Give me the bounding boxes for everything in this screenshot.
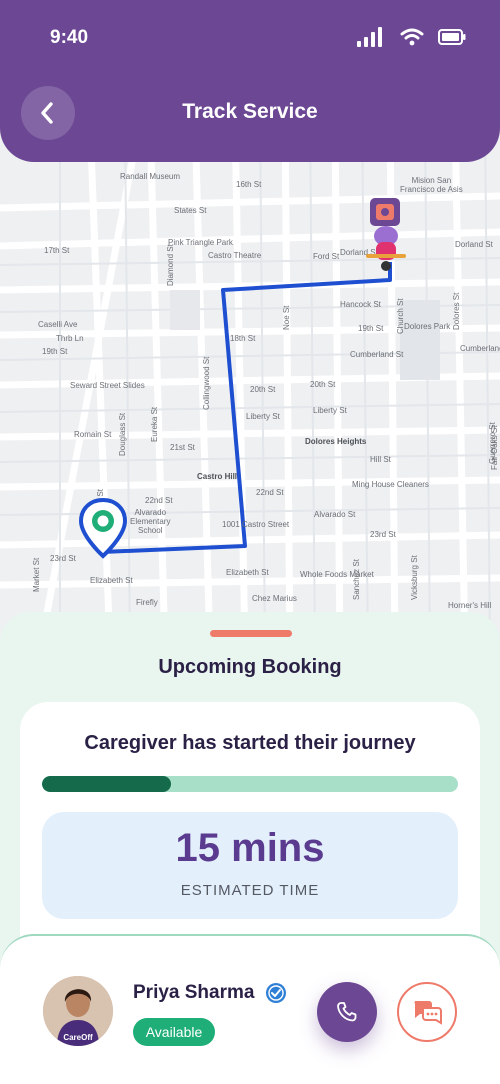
page-title: Track Service bbox=[182, 100, 318, 123]
app-header: 9:40 Track Service bbox=[0, 0, 500, 162]
map-label: Horner's Hill bbox=[448, 601, 492, 610]
map-label: Hancock St bbox=[340, 300, 381, 309]
map-label: 17th St bbox=[44, 246, 70, 255]
map-label: Alvarado Elementary School bbox=[130, 508, 171, 535]
map-label: 19th St bbox=[358, 324, 384, 333]
booking-card: Caregiver has started their journey 15 m… bbox=[20, 702, 480, 962]
map-label: Randall Museum bbox=[120, 172, 181, 181]
eta-label: ESTIMATED TIME bbox=[180, 882, 320, 899]
map-label: 22nd St bbox=[256, 488, 284, 497]
caregiver-photo: CareOff bbox=[43, 976, 113, 1046]
map-label: 20th St bbox=[250, 385, 276, 394]
avatar[interactable]: CareOff bbox=[43, 976, 113, 1046]
call-button[interactable] bbox=[317, 982, 377, 1042]
map-label: Hill St bbox=[370, 455, 391, 464]
map-label: Dolores Heights bbox=[305, 437, 367, 446]
journey-progress-fill bbox=[42, 776, 171, 792]
map-label: Liberty St bbox=[313, 406, 347, 415]
map-label: Diamond St bbox=[166, 244, 175, 286]
signal-icon bbox=[357, 27, 382, 47]
map-label: 22nd St bbox=[145, 496, 173, 505]
map-label: Alvarado St bbox=[314, 510, 356, 519]
journey-status-heading: Caregiver has started their journey bbox=[84, 732, 416, 754]
map-label: Pink Triangle Park bbox=[168, 238, 233, 247]
caregiver-name: Priya Sharma bbox=[133, 982, 255, 1003]
chat-bubbles-icon bbox=[414, 1001, 442, 1025]
map-label: Ming House Cleaners bbox=[352, 480, 429, 489]
battery-icon bbox=[438, 29, 466, 45]
status-time: 9:40 bbox=[50, 27, 89, 48]
map-label: Dolores St bbox=[452, 292, 461, 330]
sheet-handle[interactable] bbox=[210, 630, 292, 637]
journey-progress-bar bbox=[42, 776, 458, 792]
map-label: Noe St bbox=[282, 305, 291, 330]
map-label: Chez Marius bbox=[252, 594, 297, 603]
map-label: 21st St bbox=[170, 443, 195, 452]
map-label: Ford St bbox=[313, 252, 340, 261]
map-label: 20th St bbox=[310, 380, 336, 389]
map-label: Cumberland St bbox=[350, 350, 404, 359]
verified-badge-icon bbox=[266, 983, 286, 1003]
chat-button[interactable] bbox=[397, 982, 457, 1042]
map-label: Elizabeth St bbox=[226, 568, 269, 577]
sheet-title: Upcoming Booking bbox=[158, 656, 342, 678]
map-label: Mision San Francisco de Asis bbox=[400, 176, 463, 194]
map-label: Castro Hill bbox=[197, 472, 238, 481]
map-label: Romain St bbox=[74, 430, 112, 439]
map-label: Eureka St bbox=[150, 406, 159, 442]
eta-value: 15 mins bbox=[175, 826, 325, 870]
eta-panel: 15 mins ESTIMATED TIME bbox=[42, 812, 458, 919]
map-label: Sanchez St bbox=[352, 559, 361, 600]
status-icons bbox=[356, 27, 466, 47]
location-pin-icon[interactable] bbox=[78, 498, 128, 560]
map-label: Dolores Park bbox=[404, 322, 451, 331]
map-label: Church St bbox=[396, 298, 405, 334]
caregiver-bar: CareOff Priya Sharma Available bbox=[0, 934, 500, 1084]
map-label: Seward Street Slides bbox=[70, 381, 145, 390]
map-label: Elizabeth St bbox=[90, 576, 133, 585]
phone-icon bbox=[337, 1002, 357, 1022]
map-label: Whole Foods Market bbox=[300, 570, 374, 579]
delivery-scooter-icon bbox=[366, 198, 406, 271]
map-label: 23rd St bbox=[50, 554, 76, 563]
map-label: Firefly bbox=[136, 598, 158, 607]
map-label: Collingwood St bbox=[202, 356, 211, 410]
map-label: Douglass St bbox=[118, 412, 127, 456]
map-label: Cumberland St bbox=[460, 344, 500, 353]
map-label: Liberty St bbox=[246, 412, 280, 421]
map-label: 23rd St bbox=[370, 530, 396, 539]
map-label: Caselli Ave bbox=[38, 320, 78, 329]
map-label: 19th St bbox=[42, 347, 68, 356]
map-label: Dorland St bbox=[455, 240, 493, 249]
map-label: Thrb Ln bbox=[56, 334, 84, 343]
route-map[interactable]: Randall Museum States St 16th St 17th St… bbox=[0, 120, 500, 650]
wifi-icon bbox=[400, 28, 424, 46]
map-label: Market St bbox=[32, 557, 41, 592]
map-label: States St bbox=[174, 206, 207, 215]
status-badge: Available bbox=[133, 1018, 215, 1046]
map-label: Castro Theatre bbox=[208, 251, 262, 260]
avatar-badge: CareOff bbox=[63, 1033, 93, 1042]
map-label: Vicksburg St bbox=[410, 555, 419, 600]
map-label: 1001 Castro Street bbox=[222, 520, 290, 529]
map-label: 16th St bbox=[236, 180, 262, 189]
map-label: Fair Oaks St bbox=[490, 425, 499, 470]
map-label: 18th St bbox=[230, 334, 256, 343]
